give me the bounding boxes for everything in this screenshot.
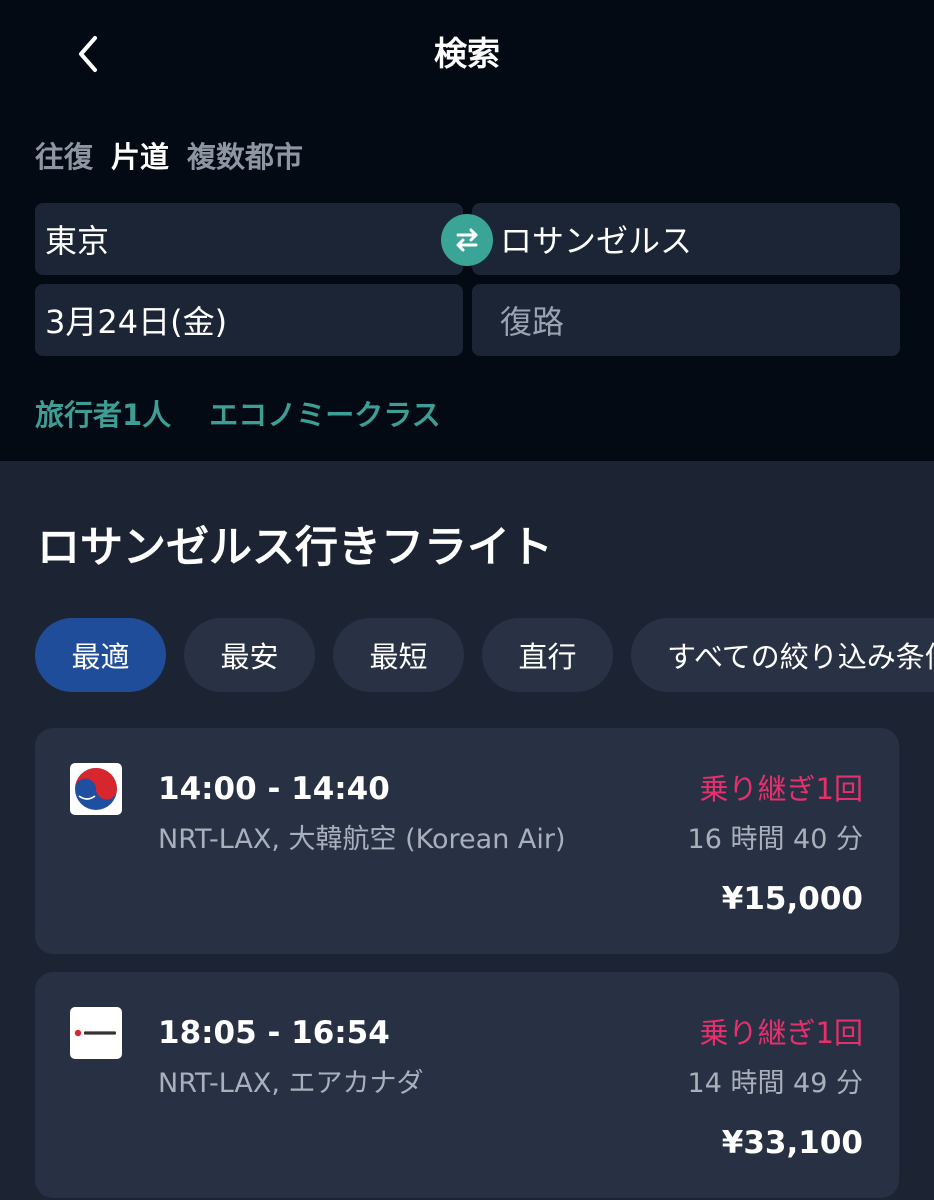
travelers-selector[interactable]: 旅行者1人 — [35, 394, 171, 436]
chip-all-filters[interactable]: すべての絞り込み条件 — [631, 618, 934, 692]
flight-card[interactable]: 14:00 - 14:40 NRT-LAX, 大韓航空 (Korean Air)… — [35, 728, 899, 954]
flight-price: ¥33,100 — [721, 1125, 863, 1161]
search-options: 旅行者1人 エコノミークラス — [35, 394, 441, 436]
flight-stops: 乗り継ぎ1回 — [699, 1016, 863, 1050]
chip-fastest[interactable]: 最短 — [333, 618, 464, 692]
swap-arrows-icon — [456, 228, 478, 252]
flight-duration: 16 時間 40 分 — [687, 824, 863, 855]
trip-type-selector: 往復 片道 複数都市 — [35, 136, 303, 178]
trip-type-one-way[interactable]: 片道 — [111, 136, 169, 178]
flight-route: NRT-LAX, エアカナダ — [158, 1068, 424, 1099]
trip-type-round-trip[interactable]: 往復 — [35, 136, 93, 178]
destination-field[interactable]: ロサンゼルス — [472, 203, 900, 275]
search-panel: 検索 往復 片道 複数都市 東京 ロサンゼルス 3月24日(金) 復路 旅行者1… — [0, 0, 934, 461]
return-date-field[interactable]: 復路 — [472, 284, 900, 356]
results-title: ロサンゼルス行きフライト — [37, 523, 553, 573]
flight-card[interactable]: 18:05 - 16:54 NRT-LAX, エアカナダ 乗り継ぎ1回 14 時… — [35, 972, 899, 1198]
korean-air-logo — [70, 763, 122, 815]
flight-route: NRT-LAX, 大韓航空 (Korean Air) — [158, 824, 566, 855]
air-canada-logo — [70, 1007, 122, 1059]
flight-duration: 14 時間 49 分 — [687, 1068, 863, 1099]
chip-direct[interactable]: 直行 — [482, 618, 613, 692]
flight-times: 18:05 - 16:54 — [158, 1015, 390, 1051]
depart-date-field[interactable]: 3月24日(金) — [35, 284, 463, 356]
cabin-class-selector[interactable]: エコノミークラス — [209, 394, 440, 436]
chip-cheapest[interactable]: 最安 — [184, 618, 315, 692]
page-title: 検索 — [434, 34, 500, 73]
air-canada-logo-icon — [74, 1029, 116, 1037]
chip-best[interactable]: 最適 — [35, 618, 166, 692]
swap-button[interactable] — [441, 214, 493, 266]
trip-type-multi-city[interactable]: 複数都市 — [187, 136, 303, 178]
flight-times: 14:00 - 14:40 — [158, 771, 390, 807]
flight-price: ¥15,000 — [721, 881, 863, 917]
flight-stops: 乗り継ぎ1回 — [699, 772, 863, 806]
origin-field[interactable]: 東京 — [35, 203, 463, 275]
sort-filter-chips: 最適 最安 最短 直行 すべての絞り込み条件 — [35, 618, 934, 692]
korean-air-logo-icon — [75, 768, 117, 810]
